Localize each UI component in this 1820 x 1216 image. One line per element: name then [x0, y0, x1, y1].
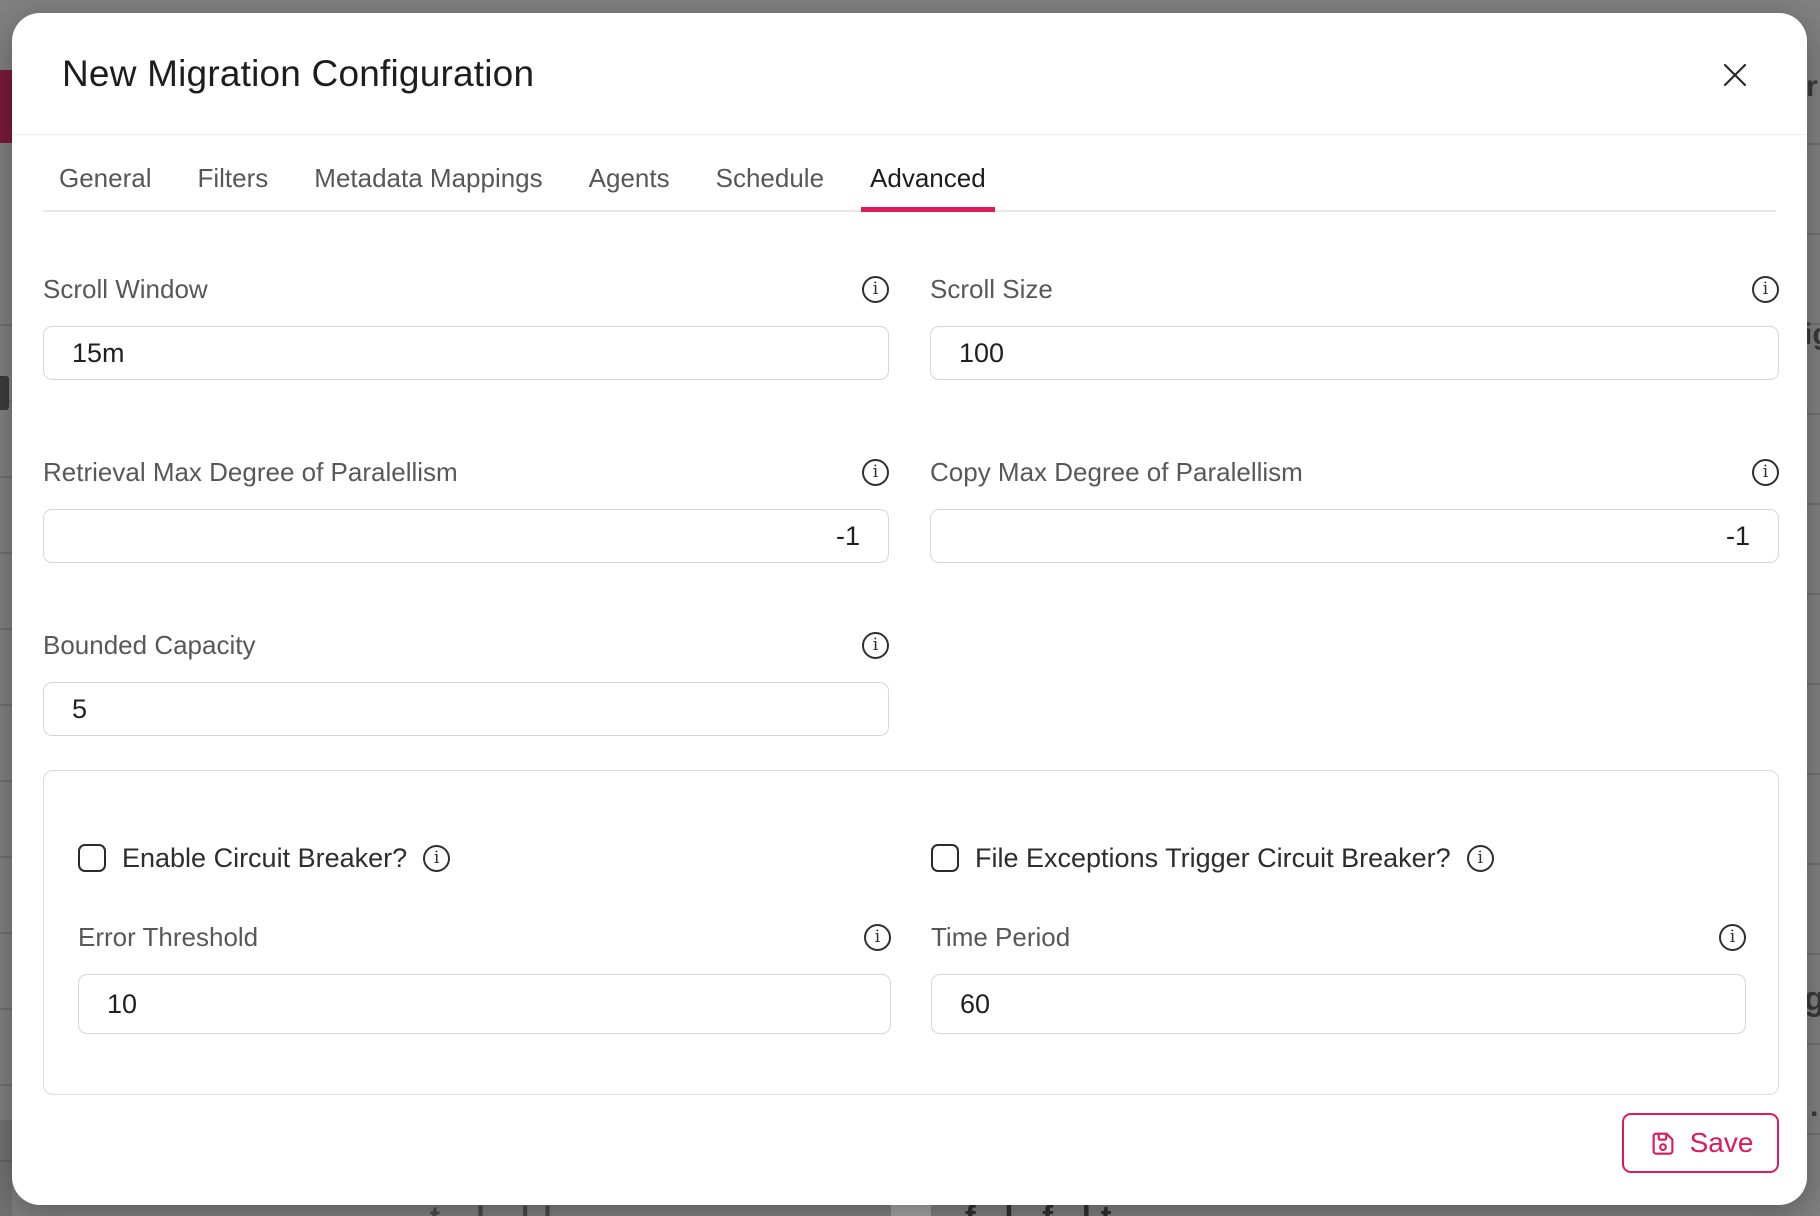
time-period-input[interactable]: 60	[931, 974, 1746, 1034]
info-icon[interactable]: i	[862, 459, 889, 486]
info-icon[interactable]: i	[1752, 459, 1779, 486]
threshold-row: Error Threshold i 10 Time Period i	[78, 917, 1744, 1034]
copy-mdop-field: Copy Max Degree of Paralellism i -1	[930, 452, 1779, 563]
dialog-tabs: General Filters Metadata Mappings Agents…	[43, 135, 1776, 212]
field-row-3: Bounded Capacity i 5	[43, 625, 1779, 736]
scroll-size-field: Scroll Size i 100	[930, 269, 1779, 380]
scroll-size-label: Scroll Size	[930, 274, 1053, 305]
save-button-label: Save	[1690, 1127, 1754, 1159]
error-threshold-field: Error Threshold i 10	[78, 917, 891, 1034]
copy-mdop-label: Copy Max Degree of Paralellism	[930, 457, 1303, 488]
bounded-capacity-value: 5	[72, 694, 87, 725]
bounded-capacity-field: Bounded Capacity i 5	[43, 625, 889, 736]
checkbox-row: Enable Circuit Breaker? i File Exception…	[78, 843, 1744, 917]
enable-circuit-breaker-label: Enable Circuit Breaker?	[122, 843, 407, 874]
scroll-size-value: 100	[959, 338, 1004, 369]
copy-mdop-value: -1	[1726, 521, 1750, 552]
close-icon	[1719, 59, 1751, 91]
scroll-window-label: Scroll Window	[43, 274, 208, 305]
info-icon[interactable]: i	[1719, 924, 1746, 951]
dialog-body: Scroll Window i 15m Scroll Size i 100	[12, 212, 1807, 1173]
backdrop-text-fragment: r	[1806, 72, 1818, 102]
file-exceptions-trigger-label: File Exceptions Trigger Circuit Breaker?	[975, 843, 1451, 874]
close-button[interactable]	[1715, 55, 1755, 95]
dialog-title: New Migration Configuration	[62, 53, 534, 95]
info-icon[interactable]: i	[423, 845, 450, 872]
tab-metadata-mappings[interactable]: Metadata Mappings	[314, 163, 542, 210]
error-threshold-label: Error Threshold	[78, 922, 258, 953]
info-icon[interactable]: i	[1752, 276, 1779, 303]
tab-filters[interactable]: Filters	[198, 163, 269, 210]
bounded-capacity-input[interactable]: 5	[43, 682, 889, 736]
error-threshold-value: 10	[107, 989, 137, 1020]
file-exceptions-trigger-control: File Exceptions Trigger Circuit Breaker?…	[931, 843, 1746, 873]
file-exceptions-trigger-checkbox[interactable]	[931, 844, 959, 872]
scroll-window-input[interactable]: 15m	[43, 326, 889, 380]
scroll-size-input[interactable]: 100	[930, 326, 1779, 380]
tab-agents[interactable]: Agents	[589, 163, 670, 210]
time-period-label: Time Period	[931, 922, 1070, 953]
backdrop-text-fragment: .	[1810, 1092, 1818, 1122]
time-period-value: 60	[960, 989, 990, 1020]
retrieval-mdop-label: Retrieval Max Degree of Paralellism	[43, 457, 458, 488]
time-period-field: Time Period i 60	[931, 917, 1746, 1034]
copy-mdop-input[interactable]: -1	[930, 509, 1779, 563]
retrieval-mdop-value: -1	[836, 521, 860, 552]
tab-general[interactable]: General	[59, 163, 152, 210]
scroll-window-field: Scroll Window i 15m	[43, 269, 889, 380]
tab-schedule[interactable]: Schedule	[716, 163, 824, 210]
circuit-breaker-section: Enable Circuit Breaker? i File Exception…	[43, 770, 1779, 1095]
save-icon	[1648, 1128, 1678, 1158]
info-icon[interactable]: i	[864, 924, 891, 951]
backdrop-light-column	[891, 1205, 931, 1216]
new-migration-configuration-dialog: New Migration Configuration General Filt…	[12, 13, 1807, 1205]
field-row-1: Scroll Window i 15m Scroll Size i 100	[43, 269, 1779, 380]
retrieval-mdop-input[interactable]: -1	[43, 509, 889, 563]
dialog-footer: Save	[43, 1113, 1779, 1173]
backdrop-glyph-fragment	[0, 376, 9, 410]
screen: r ig g. . t l ll f l f lt New Migration …	[0, 0, 1820, 1216]
tab-advanced[interactable]: Advanced	[870, 163, 986, 210]
error-threshold-input[interactable]: 10	[78, 974, 891, 1034]
empty-cell	[930, 625, 1779, 736]
field-row-2: Retrieval Max Degree of Paralellism i -1…	[43, 452, 1779, 563]
info-icon[interactable]: i	[862, 276, 889, 303]
enable-circuit-breaker-control: Enable Circuit Breaker? i	[78, 843, 891, 873]
info-icon[interactable]: i	[1467, 845, 1494, 872]
dialog-header: New Migration Configuration	[12, 13, 1807, 135]
enable-circuit-breaker-checkbox[interactable]	[78, 844, 106, 872]
bounded-capacity-label: Bounded Capacity	[43, 630, 255, 661]
save-button[interactable]: Save	[1622, 1113, 1779, 1173]
backdrop-rows-right	[1807, 55, 1820, 1205]
backdrop-shade-left	[0, 1120, 12, 1216]
retrieval-mdop-field: Retrieval Max Degree of Paralellism i -1	[43, 452, 889, 563]
scroll-window-value: 15m	[72, 338, 125, 369]
info-icon[interactable]: i	[862, 632, 889, 659]
